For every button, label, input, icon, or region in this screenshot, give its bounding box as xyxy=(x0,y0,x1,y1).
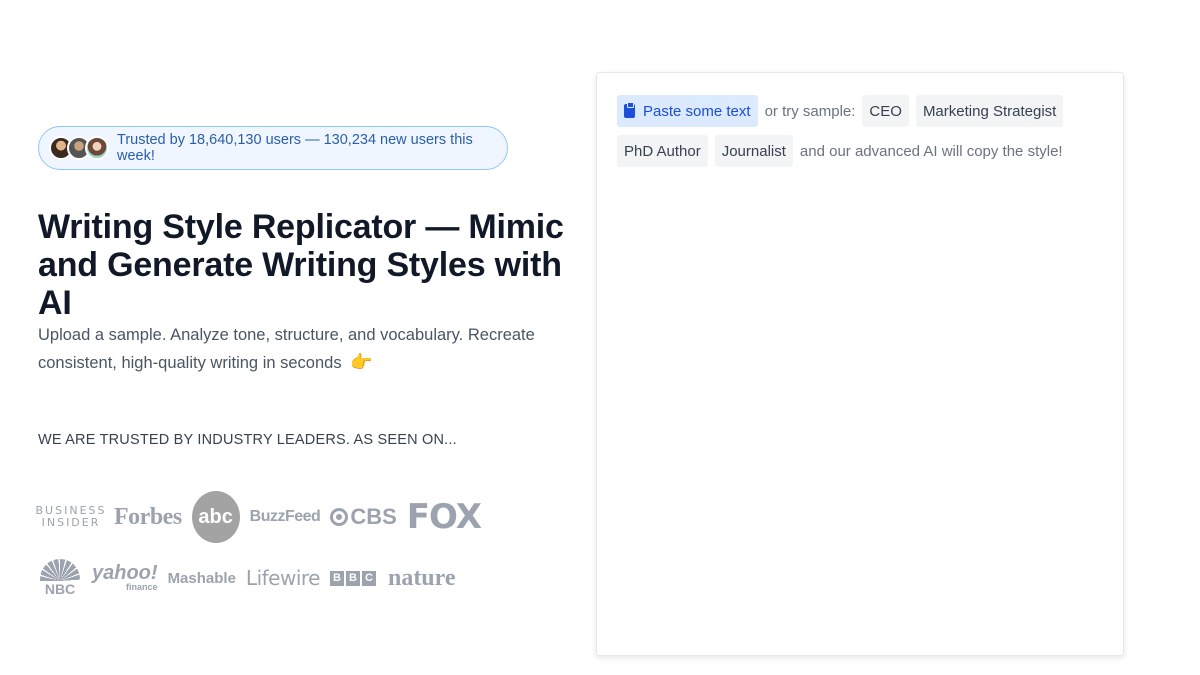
mashable-logo: Mashable xyxy=(167,569,236,587)
copy-style-hint: and our advanced AI will copy the style! xyxy=(799,142,1063,160)
lifewire-logo: Lifewire xyxy=(245,566,321,590)
nature-logo: nature xyxy=(387,564,456,591)
pointing-hand-icon: 👉 xyxy=(350,352,373,372)
logos-row-1: BUSINESS INSIDER Forbes abc BuzzFeed CBS… xyxy=(35,490,491,544)
logos-row-2: NBC yahoo! finance Mashable Lifewire B B… xyxy=(38,554,466,602)
avatar xyxy=(85,136,109,160)
editor-card[interactable]: Paste some text or try sample: CEO Marke… xyxy=(596,72,1124,656)
business-insider-logo: BUSINESS INSIDER xyxy=(35,504,107,529)
try-sample-label: or try sample: xyxy=(764,102,856,120)
page-title: Writing Style Replicator — Mimic and Gen… xyxy=(38,208,564,322)
sample-chips: Paste some text or try sample: CEO Marke… xyxy=(617,95,1107,167)
trust-banner: Trusted by 18,640,130 users — 130,234 ne… xyxy=(38,126,508,170)
nbc-logo: NBC xyxy=(38,559,82,597)
nbc-peacock-icon xyxy=(40,559,80,581)
bbc-logo: B B C xyxy=(329,570,378,586)
trust-text: Trusted by 18,640,130 users — 130,234 ne… xyxy=(117,132,473,164)
clipboard-icon xyxy=(624,102,635,118)
sample-ceo-button[interactable]: CEO xyxy=(862,95,909,127)
forbes-logo: Forbes xyxy=(114,503,182,530)
paste-text-button[interactable]: Paste some text xyxy=(617,95,758,127)
fox-logo: FOX xyxy=(406,497,482,537)
sample-phd-author-button[interactable]: PhD Author xyxy=(617,135,708,167)
sample-journalist-button[interactable]: Journalist xyxy=(714,135,793,167)
sample-marketing-strategist-button[interactable]: Marketing Strategist xyxy=(915,95,1064,127)
yahoo-finance-logo: yahoo! finance xyxy=(92,562,158,592)
subtitle-text: Upload a sample. Analyze tone, structure… xyxy=(38,326,535,372)
cbs-eye-icon xyxy=(330,508,349,526)
abc-logo: abc xyxy=(191,491,240,543)
buzzfeed-logo: BuzzFeed xyxy=(249,508,321,525)
avatar-group xyxy=(49,136,109,160)
page-subtitle: Upload a sample. Analyze tone, structure… xyxy=(38,322,558,377)
trusted-heading: WE ARE TRUSTED BY INDUSTRY LEADERS. AS S… xyxy=(38,432,457,448)
cbs-logo: CBS xyxy=(330,504,397,530)
